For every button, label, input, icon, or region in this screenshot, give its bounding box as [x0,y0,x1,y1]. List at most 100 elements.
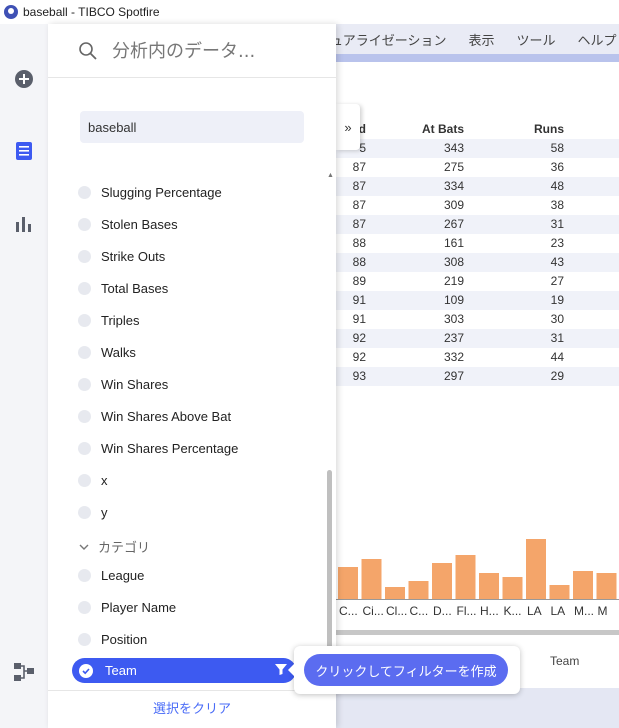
radio-icon[interactable] [78,249,91,263]
radio-icon[interactable] [78,377,91,391]
chart-bar[interactable] [455,555,476,599]
list-item[interactable]: Triples [78,309,140,331]
table-row[interactable]: 91 303 30 [336,310,619,329]
table-row[interactable]: 92 332 44 [336,348,619,367]
add-icon[interactable] [12,67,36,91]
list-item-label: y [101,504,108,520]
table-row[interactable]: 87 309 38 [336,196,619,215]
chart-bar[interactable] [502,577,523,599]
table-header[interactable]: Runs [464,120,564,139]
list-item-team-selected[interactable]: Team [72,658,296,683]
list-item[interactable]: League [78,564,144,586]
table-row[interactable]: 93 297 29 [336,367,619,386]
collapse-panel-button[interactable]: » [336,104,360,150]
chart-bar[interactable] [573,571,593,599]
table-cell: 92 [352,331,366,345]
radio-icon[interactable] [78,568,91,582]
table-cell: 43 [550,255,564,269]
table-row[interactable]: 91 109 19 [336,291,619,310]
menu-visualization[interactable]: ュアライゼーション [336,30,446,49]
data-source-selector[interactable]: baseball [80,111,304,143]
table-row[interactable]: 5 343 58 [336,139,619,158]
table-row[interactable]: 88 308 43 [336,253,619,272]
list-item[interactable]: Win Shares Percentage [78,437,238,459]
list-item[interactable]: Walks [78,341,136,363]
table-row[interactable]: 89 219 27 [336,272,619,291]
category-section-label: カテゴリ [98,540,151,555]
visualization-icon[interactable] [12,212,36,236]
radio-icon[interactable] [78,473,91,487]
window-title: baseball - TIBCO Spotfire [23,5,160,19]
scroll-up-arrow-icon[interactable]: ▲ [327,172,334,179]
menu-tools[interactable]: ツール [517,30,556,49]
checkmark-icon [79,663,93,678]
menu-help[interactable]: ヘルプ [578,30,617,49]
clear-selection-link[interactable]: 選択をクリア [48,698,336,717]
table-cell: 87 [352,160,366,174]
data-source-name: baseball [88,119,137,135]
chart-bar[interactable] [549,585,570,599]
list-item[interactable]: Slugging Percentage [78,181,222,203]
radio-icon[interactable] [78,600,91,614]
radio-icon[interactable] [78,409,91,423]
table-cell: 161 [443,236,464,250]
list-item[interactable]: Win Shares [78,373,168,395]
radio-icon[interactable] [78,313,91,327]
radio-icon[interactable] [78,345,91,359]
radio-icon[interactable] [78,217,91,231]
menu-view[interactable]: 表示 [468,30,494,49]
chart-bar[interactable] [385,587,405,599]
table-cell: 58 [550,141,564,155]
radio-icon[interactable] [78,505,91,519]
data-flow-icon[interactable] [12,660,36,684]
list-item[interactable]: Position [78,628,147,650]
radio-icon[interactable] [78,632,91,646]
chart-bar[interactable] [526,539,546,599]
table-row[interactable]: 92 237 31 [336,329,619,348]
search-input[interactable] [112,38,322,64]
filter-icon[interactable] [274,662,288,679]
list-item[interactable]: Player Name [78,596,176,618]
table-cell: 87 [352,217,366,231]
radio-icon[interactable] [78,281,91,295]
chart-bar[interactable] [361,559,382,599]
table-row[interactable]: 87 334 48 [336,177,619,196]
chart-scrollbar[interactable] [336,630,619,635]
list-item-label: Win Shares Above Bat [101,408,232,424]
table-row[interactable]: 87 275 36 [336,158,619,177]
table-cell: 27 [550,274,564,288]
list-item[interactable]: Win Shares Above Bat [78,405,231,427]
table-cell: 31 [550,217,564,231]
chart-bar[interactable] [408,581,429,599]
chart-bar[interactable] [596,573,617,599]
list-item[interactable]: Total Bases [78,277,168,299]
table-row[interactable]: 87 267 31 [336,215,619,234]
table-row[interactable]: 88 161 23 [336,234,619,253]
left-rail [0,24,48,728]
list-item[interactable]: x [78,469,108,491]
category-section-header[interactable]: カテゴリ [78,537,150,556]
search-icon [78,41,98,61]
chart-tick-label: Cl... [386,604,408,618]
chart-bar[interactable] [432,563,452,599]
list-item[interactable]: Strike Outs [78,245,165,267]
table-header[interactable]: At Bats [366,120,464,139]
chart-bar[interactable] [338,567,358,599]
title-bar: baseball - TIBCO Spotfire [0,0,619,24]
chart-bar[interactable] [479,573,499,599]
table-cell: 89 [352,274,366,288]
filter-tooltip: クリックしてフィルターを作成 [288,646,520,694]
list-item[interactable]: Stolen Bases [78,213,178,235]
list-item[interactable]: y [78,501,108,523]
table-cell: 275 [443,160,464,174]
data-list-icon[interactable] [12,139,36,163]
radio-icon[interactable] [78,441,91,455]
chart-tick-label: LA [527,604,542,618]
table-cell: 343 [443,141,464,155]
chart-x-labels: C... Ci... Cl... C... D... Fl... H... K... LA LA M… [336,604,619,620]
table-cell: 219 [443,274,464,288]
create-filter-button[interactable]: クリックしてフィルターを作成 [304,654,508,686]
search-bar [48,24,336,78]
chart-tick-label: H... [480,604,499,618]
radio-icon[interactable] [78,185,91,199]
